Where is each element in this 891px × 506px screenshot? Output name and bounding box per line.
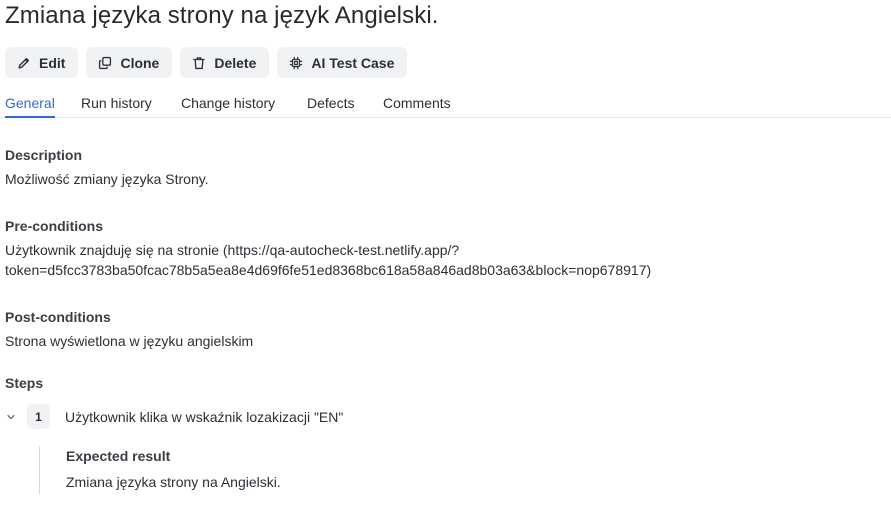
description-text: Możliwość zmiany języka Strony. xyxy=(5,171,209,187)
expected-result-text: Zmiana języka strony na Angielski. xyxy=(66,474,281,490)
preconditions-text-line1: Użytkownik znajduję się na stronie (http… xyxy=(5,242,460,258)
postconditions-label: Post-conditions xyxy=(5,309,111,325)
tab-run-history[interactable]: Run history xyxy=(81,94,152,112)
preconditions-label: Pre-conditions xyxy=(5,218,104,234)
ai-test-case-button-label: AI Test Case xyxy=(311,54,395,71)
tab-general[interactable]: General xyxy=(5,94,55,118)
steps-label: Steps xyxy=(5,375,44,391)
step-action-text: Użytkownik klika w wskaźnik lozakizacji … xyxy=(65,408,344,425)
tab-change-history[interactable]: Change history xyxy=(181,94,275,112)
clone-icon xyxy=(98,56,112,70)
clone-button[interactable]: Clone xyxy=(86,47,173,78)
pencil-icon xyxy=(17,56,31,70)
trash-icon xyxy=(192,56,206,70)
step-row: 1 Użytkownik klika w wskaźnik lozakizacj… xyxy=(5,404,343,429)
toolbar: Edit Clone Delete AI Test Case xyxy=(5,47,408,78)
expected-result-block: Expected result Zmiana języka strony na … xyxy=(39,446,460,494)
page-title: Zmiana języka strony na język Angielski. xyxy=(5,2,439,29)
clone-button-label: Clone xyxy=(120,54,160,71)
chevron-down-icon[interactable] xyxy=(5,411,17,423)
tab-comments[interactable]: Comments xyxy=(383,94,451,112)
delete-button-label: Delete xyxy=(214,54,257,71)
step-number-badge: 1 xyxy=(27,404,50,429)
preconditions-text-line2: token=d5fcc3783ba50fcac78b5a5ea8e4d69f6f… xyxy=(5,262,652,278)
tab-defects[interactable]: Defects xyxy=(307,94,354,112)
edit-button-label: Edit xyxy=(39,54,66,71)
expected-result-label: Expected result xyxy=(66,448,171,464)
edit-button[interactable]: Edit xyxy=(5,47,79,78)
ai-test-case-button[interactable]: AI Test Case xyxy=(277,47,408,78)
tab-bar: General Run history Change history Defec… xyxy=(0,92,891,118)
description-label: Description xyxy=(5,147,83,163)
chip-icon xyxy=(289,56,303,70)
postconditions-text: Strona wyświetlona w języku angielskim xyxy=(5,333,254,349)
delete-button[interactable]: Delete xyxy=(180,47,270,78)
